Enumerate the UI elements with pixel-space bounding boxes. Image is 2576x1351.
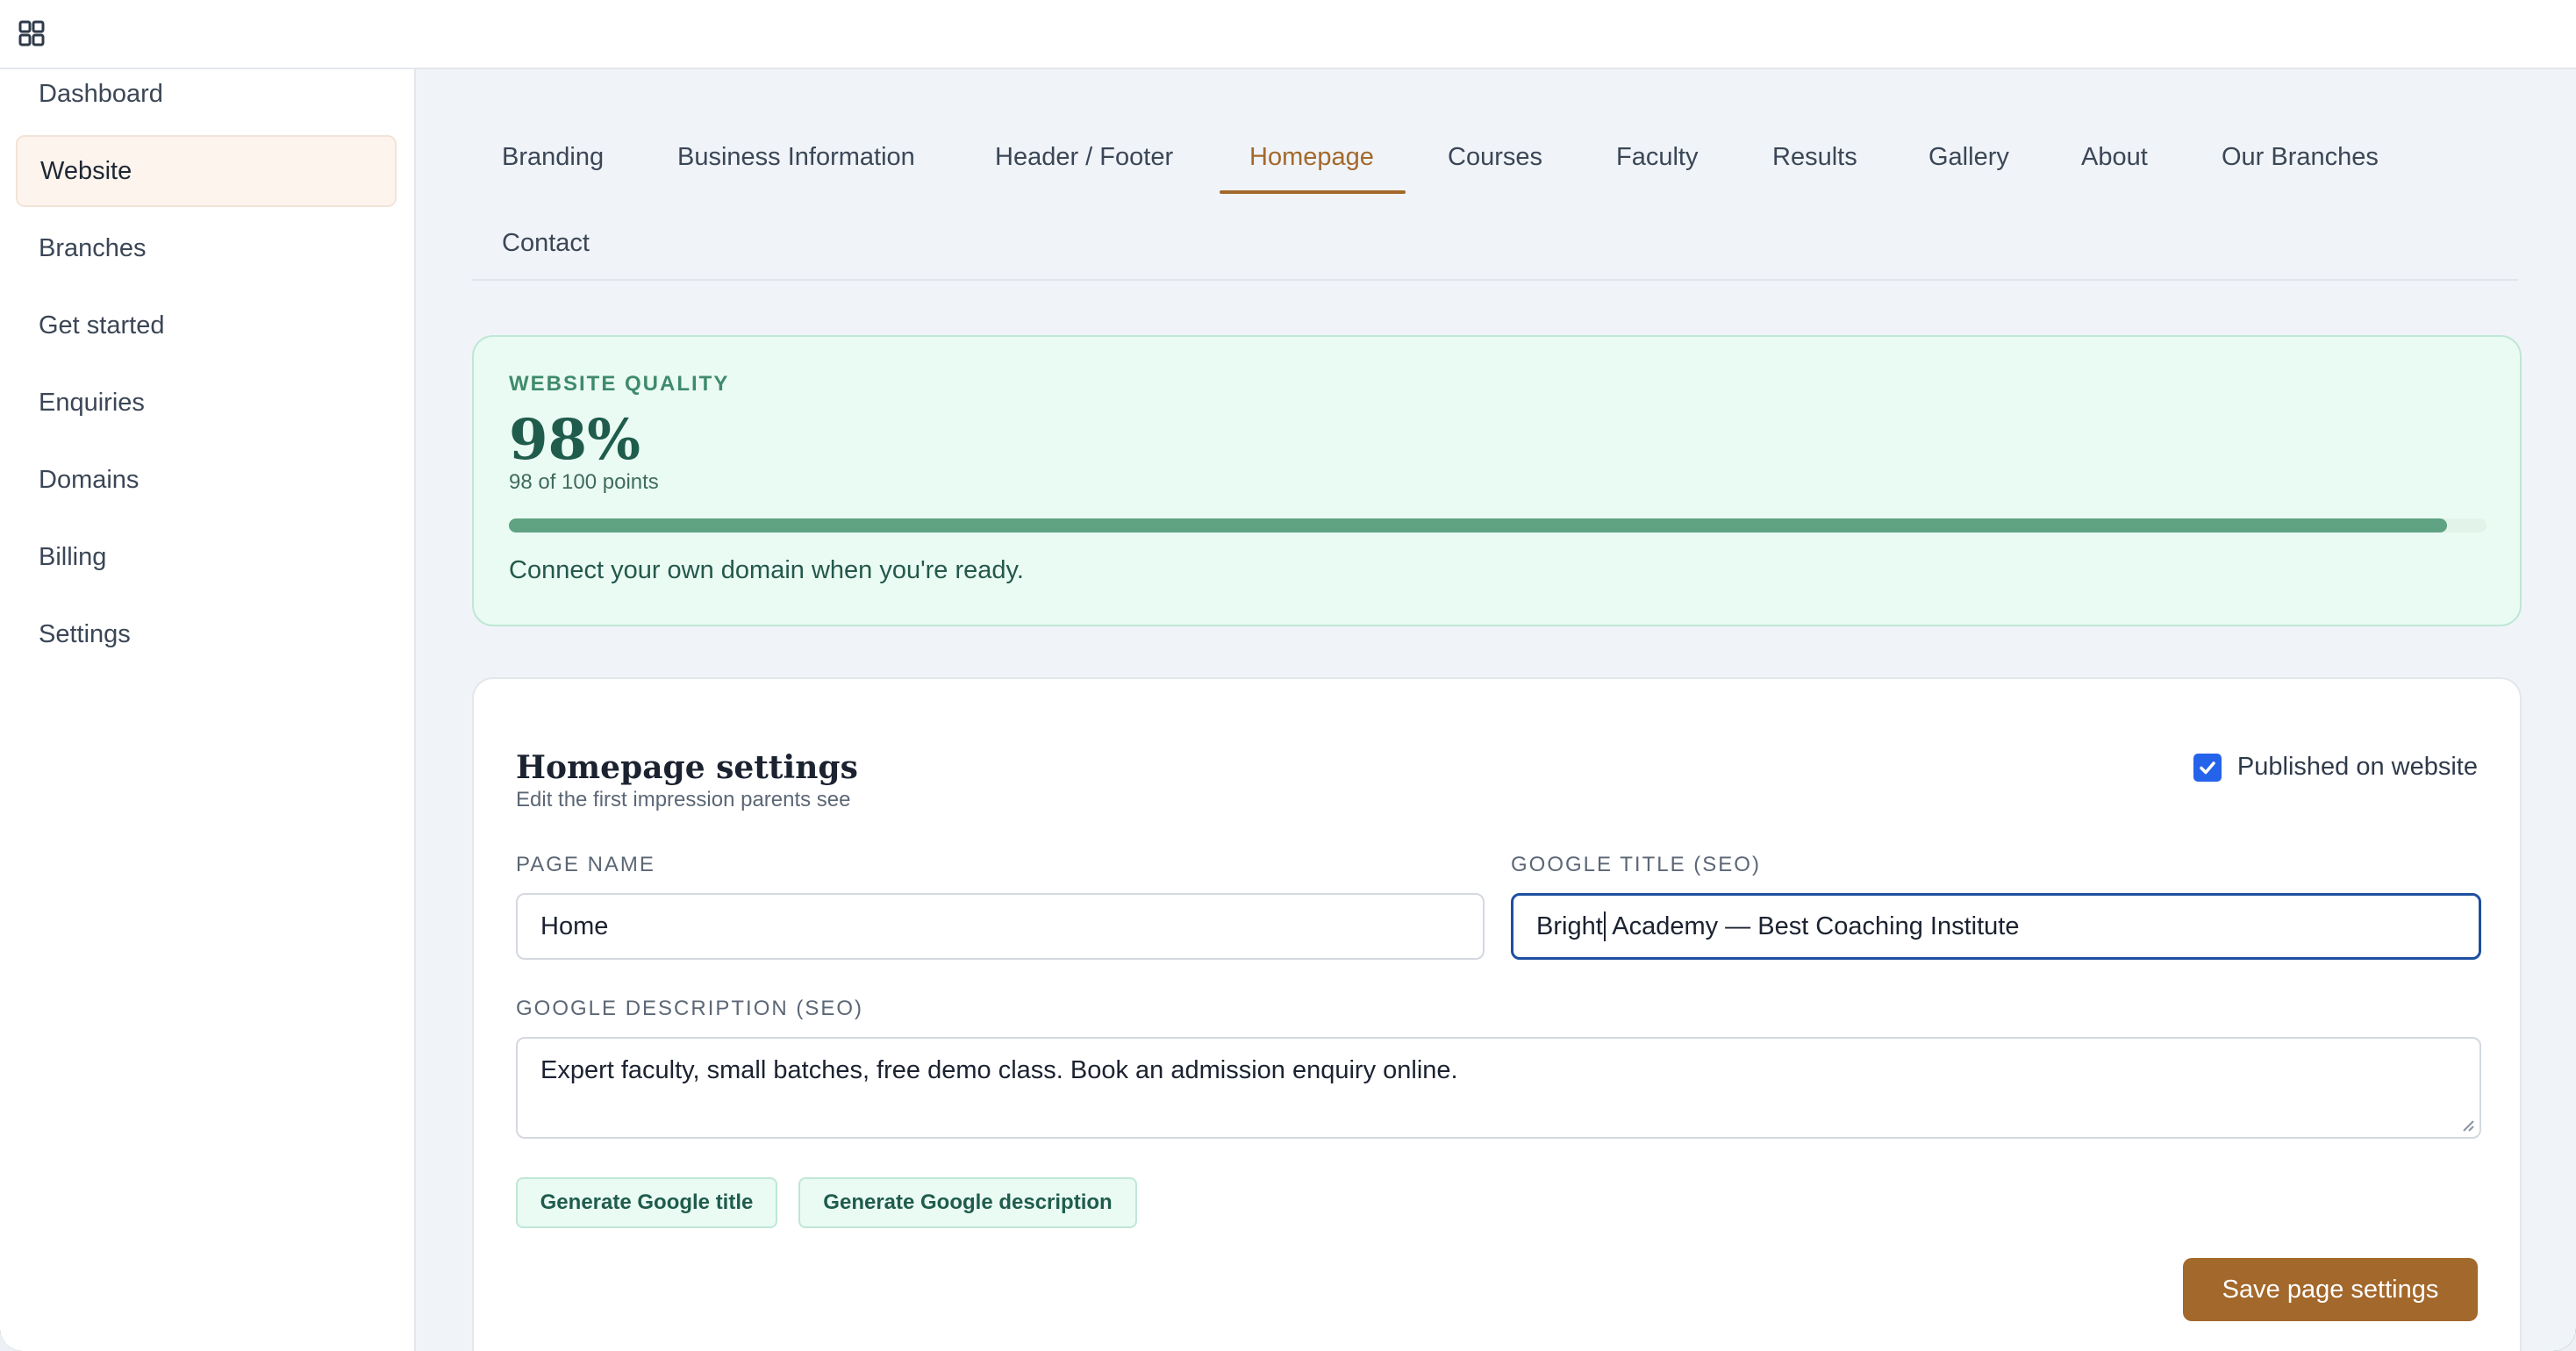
tab-label: About [2081, 143, 2148, 171]
tab-label: Faculty [1616, 143, 1699, 171]
button-label: Save page settings [2222, 1275, 2439, 1304]
text-caret [1603, 911, 1606, 941]
quality-label: WEBSITE QUALITY [509, 372, 730, 396]
button-label: Generate Google title [540, 1190, 754, 1214]
tab-label: Branding [502, 143, 605, 171]
google-title-value-start: Bright [1536, 911, 1603, 940]
quality-progress-fill [509, 518, 2447, 533]
quality-hint: Connect your own domain when you're read… [509, 556, 1024, 584]
tab-label: Business Information [677, 143, 915, 171]
tab-homepage[interactable]: Homepage [1221, 135, 1402, 179]
sidebar: Dashboard Website Branches Get started E… [0, 69, 416, 1351]
sidebar-item-label: Domains [39, 465, 140, 494]
tab-label: Homepage [1249, 143, 1374, 171]
sidebar-item-label: Settings [39, 619, 131, 648]
tab-contact[interactable]: Contact [474, 221, 618, 265]
quality-score: 98% [509, 407, 640, 473]
google-title-input[interactable]: Bright Academy — Best Coaching Institute [1511, 893, 2481, 960]
sidebar-item-label: Website [40, 156, 132, 185]
tab-gallery[interactable]: Gallery [1900, 135, 2037, 179]
page-name-input[interactable]: Home [516, 893, 1485, 960]
button-label: Generate Google description [823, 1190, 1113, 1214]
tab-label: Results [1772, 143, 1857, 171]
google-description-textarea[interactable]: Expert faculty, small batches, free demo… [516, 1037, 2481, 1139]
sidebar-item-label: Branches [39, 233, 147, 262]
tab-branding[interactable]: Branding [474, 135, 632, 179]
tab-label: Header / Footer [995, 143, 1174, 171]
quality-points: 98 of 100 points [509, 470, 659, 494]
section-title: Homepage settings [516, 749, 858, 786]
sidebar-item-label: Dashboard [39, 79, 163, 108]
tab-label: Our Branches [2222, 143, 2379, 171]
sidebar-item-dashboard[interactable]: Dashboard [16, 69, 397, 118]
sidebar-item-label: Enquiries [39, 388, 145, 417]
google-title-value-end: Academy — Best Coaching Institute [1606, 911, 2020, 940]
page-name-value: Home [540, 911, 609, 940]
quality-progress-track [509, 518, 2487, 533]
app-window: Dashboard Website Branches Get started E… [0, 0, 2576, 1351]
sidebar-item-get-started[interactable]: Get started [16, 290, 397, 361]
section-subtitle: Edit the first impression parents see [516, 788, 851, 811]
generate-google-description-button[interactable]: Generate Google description [798, 1177, 1137, 1228]
tab-label: Contact [502, 229, 590, 257]
website-quality-card: WEBSITE QUALITY 98% 98 of 100 points Con… [472, 335, 2522, 626]
resize-grip-icon[interactable] [2460, 1118, 2474, 1132]
published-label: Published on website [2236, 753, 2478, 781]
sidebar-item-label: Get started [39, 311, 165, 340]
sidebar-item-label: Billing [39, 542, 107, 571]
sidebar-item-settings[interactable]: Settings [16, 598, 397, 670]
published-checkbox[interactable] [2193, 753, 2222, 782]
tabs-divider [472, 279, 2518, 281]
google-description-label: GOOGLE DESCRIPTION (SEO) [516, 997, 864, 1020]
apps-grid-icon[interactable] [18, 19, 46, 47]
page-name-label: PAGE NAME [516, 853, 655, 876]
tab-about[interactable]: About [2053, 135, 2176, 179]
top-bar [0, 0, 2576, 69]
sidebar-item-billing[interactable]: Billing [16, 521, 397, 593]
homepage-settings-card: Homepage settings Edit the first impress… [472, 677, 2522, 1351]
tab-faculty[interactable]: Faculty [1588, 135, 1726, 179]
tab-header-footer[interactable]: Header / Footer [967, 135, 1201, 179]
tab-our-branches[interactable]: Our Branches [2193, 135, 2407, 179]
tab-results[interactable]: Results [1744, 135, 1885, 179]
sidebar-item-enquiries[interactable]: Enquiries [16, 367, 397, 439]
app-content: Dashboard Website Branches Get started E… [0, 0, 2576, 1351]
tab-label: Courses [1448, 143, 1542, 171]
tab-business-information[interactable]: Business Information [649, 135, 943, 179]
save-page-settings-button[interactable]: Save page settings [2183, 1258, 2478, 1321]
generate-google-title-button[interactable]: Generate Google title [516, 1177, 777, 1228]
sidebar-item-website[interactable]: Website [16, 135, 397, 207]
sidebar-item-domains[interactable]: Domains [16, 444, 397, 516]
google-description-value: Expert faculty, small batches, free demo… [540, 1056, 1458, 1084]
published-toggle[interactable]: Published on website [2193, 753, 2478, 782]
tab-label: Gallery [1928, 143, 2009, 171]
sidebar-item-branches[interactable]: Branches [16, 212, 397, 284]
google-title-label: GOOGLE TITLE (SEO) [1511, 853, 1761, 876]
tab-courses[interactable]: Courses [1420, 135, 1571, 179]
active-tab-indicator [1220, 190, 1406, 194]
check-icon [2200, 761, 2215, 774]
